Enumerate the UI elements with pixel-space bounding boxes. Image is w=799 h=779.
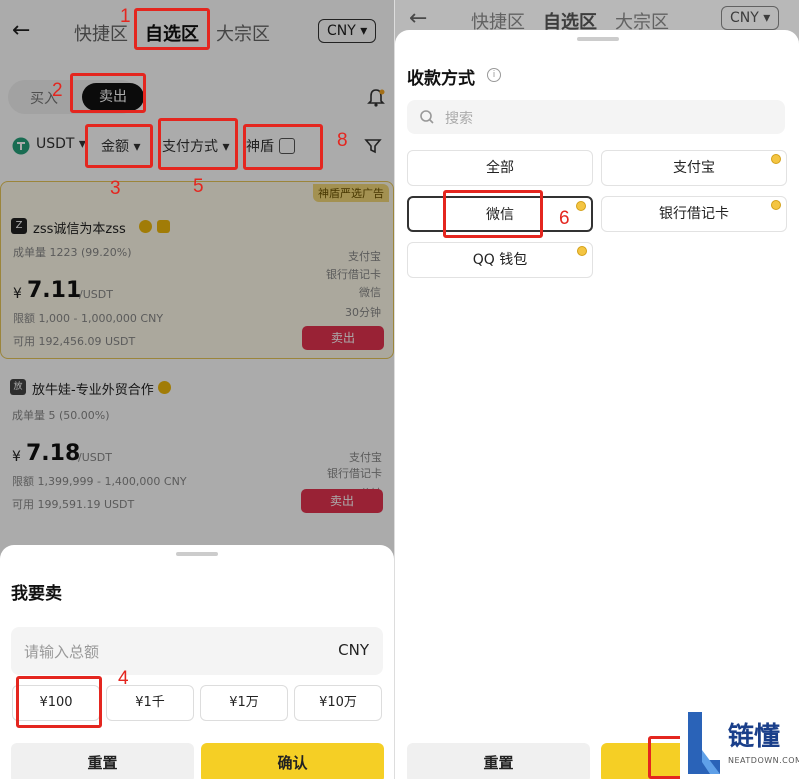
chip-100[interactable]: ¥100 bbox=[12, 685, 100, 721]
option-qq-label: QQ 钱包 bbox=[472, 252, 528, 268]
coin-icon bbox=[771, 154, 781, 164]
annotation-6: 6 bbox=[559, 208, 570, 229]
option-alipay[interactable]: 支付宝 bbox=[601, 150, 787, 186]
amount-sheet: 我要卖 请输入总额 CNY ¥100 ¥1千 ¥1万 ¥10万 重置 确认 bbox=[0, 545, 394, 779]
info-icon[interactable]: i bbox=[487, 68, 501, 82]
coin-icon bbox=[577, 246, 587, 256]
chip-100k[interactable]: ¥10万 bbox=[294, 685, 382, 721]
watermark-brand: 链懂 bbox=[728, 722, 781, 752]
option-qq-wallet[interactable]: QQ 钱包 bbox=[407, 242, 593, 278]
payment-sheet: 收款方式 i 搜索 全部 支付宝 微信 银行借记卡 QQ 钱包 重置 bbox=[395, 30, 799, 779]
left-screen: ← 快捷区 自选区 大宗区 CNY ▾ 买入 卖出 USDT ▾ 金额 ▾ 支付… bbox=[0, 0, 394, 779]
annotation-2: 2 bbox=[52, 80, 63, 101]
chip-10k[interactable]: ¥1万 bbox=[200, 685, 288, 721]
chip-1k[interactable]: ¥1千 bbox=[106, 685, 194, 721]
coin-icon bbox=[771, 200, 781, 210]
logo-mark-icon bbox=[688, 712, 720, 774]
annotation-8: 8 bbox=[337, 130, 348, 151]
annotation-5: 5 bbox=[193, 176, 204, 197]
option-bank-label: 银行借记卡 bbox=[659, 206, 729, 222]
sheet-handle[interactable] bbox=[176, 552, 218, 556]
option-bank-card[interactable]: 银行借记卡 bbox=[601, 196, 787, 232]
watermark-site: NEATDOWN.COM bbox=[728, 756, 799, 765]
reset-button[interactable]: 重置 bbox=[11, 743, 194, 779]
sheet-handle[interactable] bbox=[577, 37, 619, 41]
sheet-title: 收款方式 bbox=[407, 69, 475, 89]
search-icon bbox=[420, 110, 434, 124]
annotation-3: 3 bbox=[110, 178, 121, 199]
amount-placeholder: 请输入总额 bbox=[24, 643, 100, 661]
right-screen: ← 快捷区 自选区 大宗区 CNY ▾ 收款方式 i 搜索 全部 支付宝 微信 … bbox=[395, 0, 799, 779]
coin-icon bbox=[576, 201, 586, 211]
annotation-1: 1 bbox=[120, 6, 131, 27]
amount-input[interactable]: 请输入总额 CNY bbox=[11, 627, 383, 675]
sheet-title: 我要卖 bbox=[11, 584, 62, 604]
option-alipay-label: 支付宝 bbox=[673, 160, 715, 176]
amount-currency: CNY bbox=[338, 641, 369, 659]
search-input[interactable]: 搜索 bbox=[407, 100, 785, 134]
reset-button[interactable]: 重置 bbox=[407, 743, 590, 779]
annotation-4: 4 bbox=[118, 668, 129, 689]
confirm-button[interactable]: 确认 bbox=[201, 743, 384, 779]
watermark-logo: 链懂 NEATDOWN.COM bbox=[680, 706, 799, 779]
option-all[interactable]: 全部 bbox=[407, 150, 593, 186]
search-placeholder: 搜索 bbox=[445, 111, 473, 127]
option-wechat-label: 微信 bbox=[486, 207, 514, 223]
